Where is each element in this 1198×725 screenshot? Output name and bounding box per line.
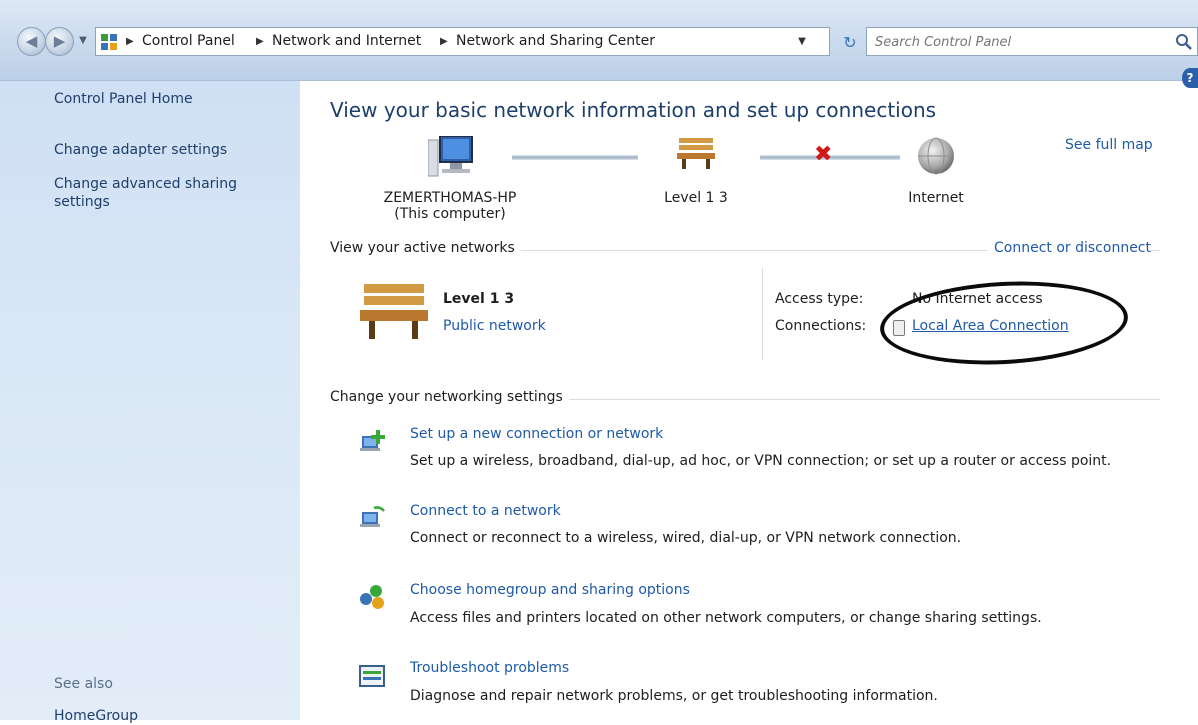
sidebar-item-change-adapter-settings[interactable]: Change adapter settings <box>54 141 227 159</box>
breadcrumb-network-internet[interactable]: Network and Internet <box>272 28 421 55</box>
globe-icon <box>918 137 954 175</box>
bench-icon <box>360 284 428 339</box>
refresh-icon: ↻ <box>843 33 857 52</box>
sidebar-item-change-advanced-sharing[interactable]: Change advanced sharing settings <box>54 175 274 211</box>
disconnected-x-icon: ✖ <box>814 142 833 167</box>
address-bar: ◀ ▶ ▼ ▶ Control Panel ▶ Network and Inte… <box>0 0 1198 81</box>
homegroup-sharing-desc: Access files and printers located on oth… <box>410 610 1042 626</box>
breadcrumb-separator-icon: ▶ <box>256 36 264 47</box>
forward-arrow-icon: ▶ <box>53 32 66 50</box>
refresh-button[interactable]: ↻ <box>837 27 863 56</box>
homegroup-icon <box>360 585 384 609</box>
network-label: Level 1 3 <box>664 190 728 206</box>
computer-subtitle: (This computer) <box>394 206 506 222</box>
sidebar-item-control-panel-home[interactable]: Control Panel Home <box>54 90 193 108</box>
connect-network-desc: Connect or reconnect to a wireless, wire… <box>410 530 962 546</box>
see-full-map-link[interactable]: See full map <box>1065 137 1153 153</box>
computer-label: ZEMERTHOMAS-HP (This computer) <box>360 190 540 222</box>
troubleshoot-desc: Diagnose and repair network problems, or… <box>410 688 938 704</box>
back-button[interactable]: ◀ <box>17 27 46 56</box>
breadcrumb[interactable]: ▶ Control Panel ▶ Network and Internet ▶… <box>95 27 830 56</box>
setup-new-connection-desc: Set up a wireless, broadband, dial-up, a… <box>410 453 1112 469</box>
search-box <box>866 27 1198 56</box>
computer-name: ZEMERTHOMAS-HP <box>383 190 517 206</box>
bench-icon <box>677 138 715 169</box>
search-input[interactable] <box>873 31 1157 53</box>
breadcrumb-control-panel[interactable]: Control Panel <box>142 28 235 55</box>
search-icon[interactable] <box>1175 33 1193 51</box>
troubleshoot-icon <box>359 665 385 687</box>
network-type-link[interactable]: Public network <box>443 318 546 334</box>
page-title: View your basic network information and … <box>330 98 937 122</box>
connect-network-link[interactable]: Connect to a network <box>410 503 561 519</box>
help-icon[interactable]: ? <box>1182 68 1198 88</box>
computer-icon <box>428 136 473 177</box>
annotation-ellipse <box>878 275 1130 371</box>
homegroup-sharing-link[interactable]: Choose homegroup and sharing options <box>410 582 690 598</box>
connection-line <box>512 155 638 160</box>
address-dropdown-button[interactable]: ▼ <box>794 28 810 55</box>
connect-disconnect-link[interactable]: Connect or disconnect <box>988 240 1151 256</box>
active-networks-heading: View your active networks <box>330 240 521 256</box>
recent-pages-dropdown[interactable]: ▼ <box>76 30 90 52</box>
connect-network-icon <box>360 506 385 527</box>
networking-settings-heading: Change your networking settings <box>330 389 569 405</box>
breadcrumb-separator-icon: ▶ <box>440 36 448 47</box>
back-arrow-icon: ◀ <box>25 32 38 50</box>
see-also-heading: See also <box>54 676 113 692</box>
troubleshoot-link[interactable]: Troubleshoot problems <box>410 660 569 676</box>
new-connection-icon <box>360 430 385 451</box>
access-type-label: Access type: <box>775 291 864 307</box>
sidebar: Control Panel Home Change adapter settin… <box>0 81 300 724</box>
breadcrumb-separator-icon: ▶ <box>126 36 134 47</box>
active-network-name: Level 1 3 <box>443 291 515 307</box>
divider <box>762 268 763 360</box>
forward-button[interactable]: ▶ <box>45 27 74 56</box>
internet-label: Internet <box>908 190 964 206</box>
control-panel-icon <box>101 34 117 50</box>
connections-label: Connections: <box>775 318 867 334</box>
setup-new-connection-link[interactable]: Set up a new connection or network <box>410 426 663 442</box>
breadcrumb-sharing-center[interactable]: Network and Sharing Center <box>456 28 655 55</box>
sidebar-item-homegroup[interactable]: HomeGroup <box>54 707 138 725</box>
